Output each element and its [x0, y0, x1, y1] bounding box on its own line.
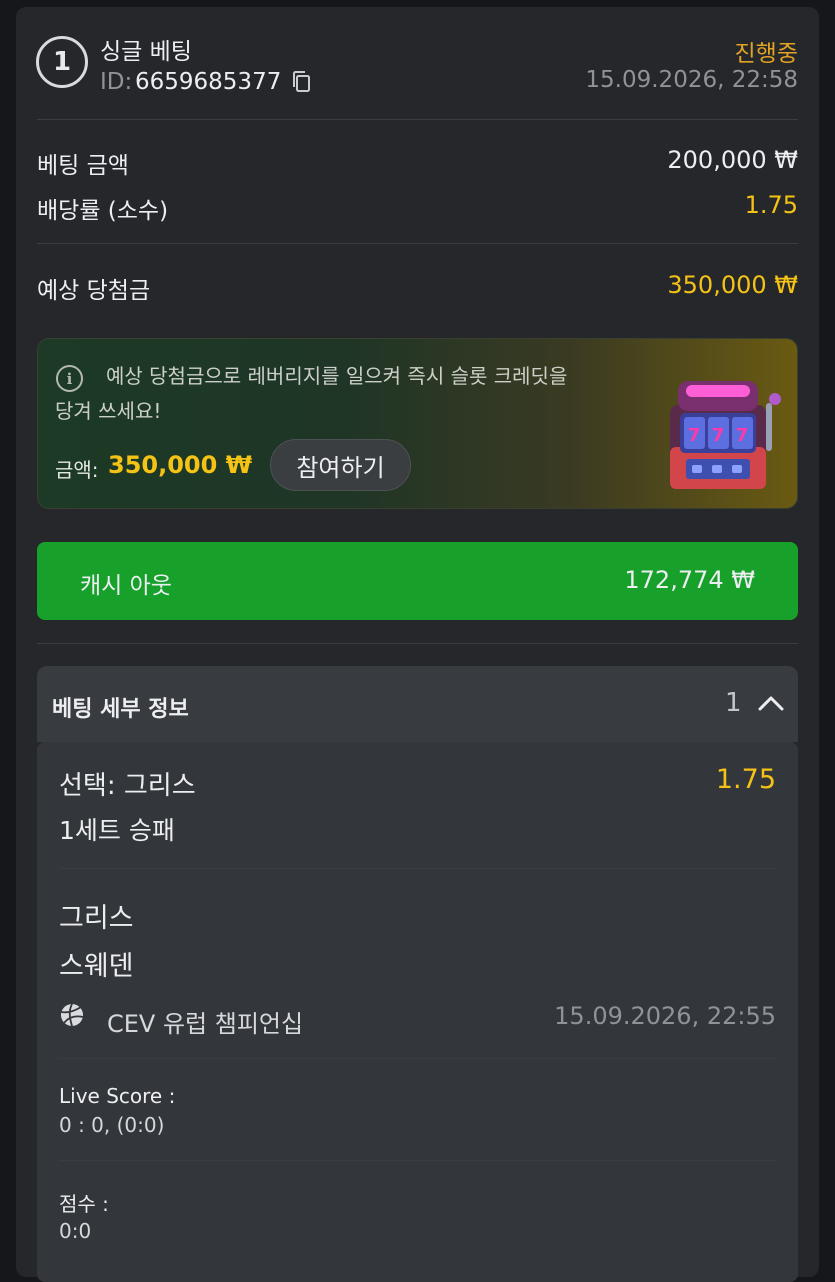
leverage-promo-banner: i 예상 당첨금으로 레버리지를 일으켜 즉시 슬롯 크레딧을 당겨 쓰세요! …: [37, 338, 798, 509]
copy-icon[interactable]: [291, 70, 313, 94]
chevron-up-icon[interactable]: [757, 692, 785, 714]
score-value: 0:0: [59, 1219, 92, 1243]
market-name: 1세트 승패: [59, 816, 175, 845]
bet-datetime: 15.09.2026, 22:58: [585, 67, 798, 93]
svg-text:7: 7: [688, 425, 701, 446]
svg-text:7: 7: [712, 425, 725, 446]
bet-type: 싱글 베팅: [100, 39, 192, 65]
cashout-value: 172,774 ₩: [624, 566, 755, 594]
slot-machine-icon: 7 7 7: [670, 381, 781, 489]
odds-value: 1.75: [744, 191, 798, 219]
selection-label: 선택: 그리스: [59, 771, 196, 801]
cashout-label: 캐시 아웃: [80, 573, 172, 599]
divider: [37, 643, 798, 644]
payout-label: 예상 당첨금: [37, 278, 151, 304]
bet-details-header[interactable]: 베팅 세부 정보 1: [37, 666, 798, 742]
odds-label: 배당률 (소수): [37, 198, 169, 224]
promo-amount-value: 350,000 ₩: [108, 451, 253, 479]
promo-text-line2: 당겨 쓰세요!: [55, 399, 162, 423]
cashout-button[interactable]: 캐시 아웃 172,774 ₩: [37, 542, 798, 620]
team-home: 그리스: [59, 903, 134, 934]
bet-id-label: ID:: [100, 69, 133, 95]
bet-status: 진행중: [734, 41, 798, 67]
selection-odds: 1.75: [715, 764, 776, 795]
divider: [37, 119, 798, 120]
bet-id-value: 6659685377: [135, 69, 282, 95]
info-icon: i: [56, 365, 83, 392]
payout-value: 350,000 ₩: [667, 271, 798, 299]
live-score-label: Live Score :: [59, 1084, 176, 1108]
details-count: 1: [725, 688, 742, 718]
bet-details-body: 선택: 그리스 1.75 1세트 승패 그리스 스웨덴 CEV 유럽 챔피언십 …: [37, 742, 798, 1282]
bet-card: 1 싱글 베팅 ID: 6659685377 진행중 15.09.2026, 2…: [16, 7, 819, 1282]
details-title: 베팅 세부 정보: [52, 697, 189, 722]
league-name: CEV 유럽 챔피언십: [107, 1010, 304, 1038]
score-label: 점수 :: [59, 1192, 109, 1216]
divider: [59, 1160, 776, 1161]
promo-text-line1: 예상 당첨금으로 레버리지를 일으켜 즉시 슬롯 크레딧을: [106, 364, 568, 388]
volleyball-icon: [61, 1003, 84, 1027]
team-away: 스웨덴: [59, 951, 134, 982]
bet-number-badge: 1: [36, 36, 88, 88]
stake-label: 베팅 금액: [37, 153, 129, 179]
event-datetime: 15.09.2026, 22:55: [554, 1002, 776, 1030]
promo-amount-label: 금액:: [55, 458, 99, 482]
live-score-value: 0 : 0, (0:0): [59, 1113, 165, 1137]
divider: [37, 243, 798, 244]
divider: [59, 1058, 776, 1059]
join-button[interactable]: 참여하기: [270, 439, 411, 491]
stake-value: 200,000 ₩: [667, 146, 798, 174]
svg-text:7: 7: [736, 425, 749, 446]
divider: [59, 868, 776, 869]
